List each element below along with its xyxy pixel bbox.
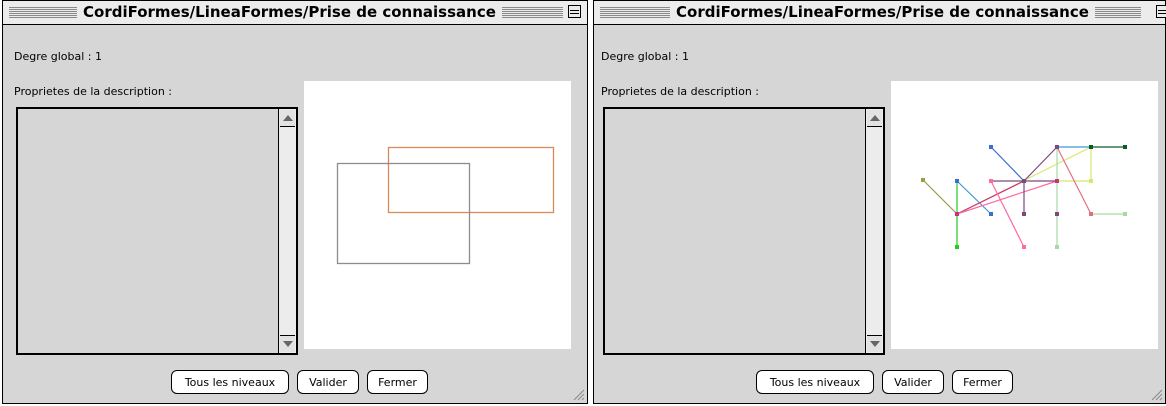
- orange-rectangle: [387, 146, 555, 214]
- degree-label: Degre global : 1: [14, 50, 103, 63]
- zoom-box-icon[interactable]: [568, 5, 581, 18]
- zoom-box-icon[interactable]: [1156, 5, 1166, 18]
- arrow-up-icon: [870, 115, 880, 121]
- scroll-up-button[interactable]: [280, 110, 295, 127]
- graph-node: [1123, 212, 1127, 216]
- resize-grip-icon[interactable]: [1149, 387, 1163, 401]
- graph-node: [1055, 212, 1059, 216]
- window-title: CordiFormes/LineaFormes/Prise de connais…: [77, 1, 502, 24]
- graph-node: [1055, 179, 1059, 183]
- window-title: CordiFormes/LineaFormes/Prise de connais…: [670, 1, 1095, 24]
- graph-node: [1055, 245, 1059, 249]
- all-levels-button[interactable]: Tous les niveaux: [171, 370, 289, 394]
- title-bar[interactable]: CordiFormes/LineaFormes/Prise de connais…: [3, 1, 587, 25]
- arrow-down-icon: [283, 341, 293, 347]
- shapes-drawing: [336, 146, 555, 265]
- validate-button[interactable]: Valider: [297, 370, 359, 394]
- validate-button[interactable]: Valider: [882, 370, 944, 394]
- arrow-up-icon: [283, 115, 293, 121]
- graph-node: [1089, 145, 1093, 149]
- graph-node: [955, 179, 959, 183]
- scroll-up-button[interactable]: [867, 110, 882, 127]
- graph-node: [989, 145, 993, 149]
- properties-label: Proprietes de la description :: [14, 85, 172, 98]
- close-button[interactable]: Fermer: [952, 370, 1013, 394]
- title-bar[interactable]: CordiFormes/LineaFormes/Prise de connais…: [594, 1, 1166, 25]
- graph-node: [1022, 245, 1026, 249]
- drawing-canvas[interactable]: [304, 81, 571, 349]
- graph-node: [921, 178, 925, 182]
- graph-node: [955, 212, 959, 216]
- graph-node: [1089, 179, 1093, 183]
- resize-grip-icon[interactable]: [571, 387, 585, 401]
- graph-node: [955, 245, 959, 249]
- properties-list[interactable]: [16, 107, 298, 355]
- arrow-down-icon: [870, 341, 880, 347]
- scroll-down-button[interactable]: [867, 335, 882, 352]
- graph-node: [1022, 179, 1026, 183]
- graph-node: [989, 212, 993, 216]
- degree-label: Degre global : 1: [601, 50, 690, 63]
- graph-node: [1089, 212, 1093, 216]
- graph-node: [1123, 145, 1127, 149]
- scroll-down-button[interactable]: [280, 335, 295, 352]
- properties-label: Proprietes de la description :: [601, 85, 759, 98]
- graph-edges: [922, 146, 1125, 248]
- drawing-canvas[interactable]: [891, 81, 1158, 349]
- scrollbar[interactable]: [278, 109, 296, 353]
- window-left: CordiFormes/LineaFormes/Prise de connais…: [2, 0, 588, 404]
- scrollbar[interactable]: [865, 109, 883, 353]
- all-levels-button[interactable]: Tous les niveaux: [756, 370, 874, 394]
- graph-node: [1055, 145, 1059, 149]
- graph-drawing: [921, 145, 1127, 249]
- graph-node: [989, 179, 993, 183]
- properties-list[interactable]: [603, 107, 885, 355]
- gray-rectangle: [336, 162, 471, 265]
- close-button[interactable]: Fermer: [367, 370, 428, 394]
- graph-node: [1022, 212, 1026, 216]
- window-right: CordiFormes/LineaFormes/Prise de connais…: [593, 0, 1166, 404]
